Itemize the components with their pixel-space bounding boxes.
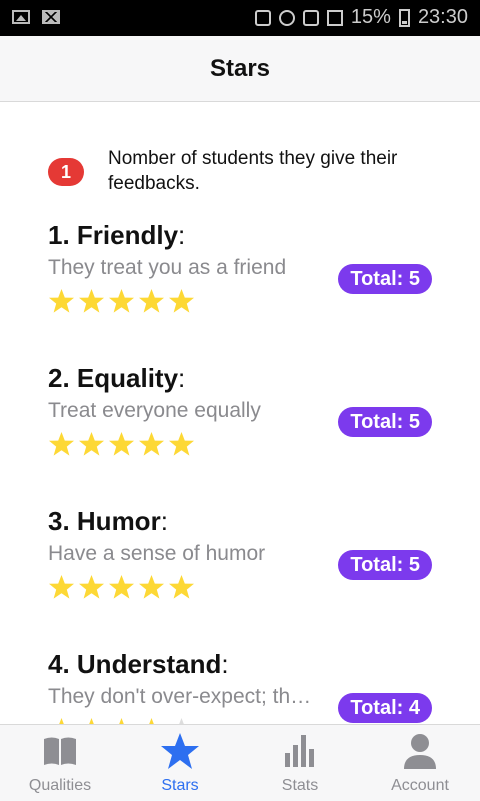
tab-bar: Qualities Stars Stats Account <box>0 724 480 801</box>
tab-label: Stats <box>281 777 319 794</box>
wifi-icon <box>302 9 319 26</box>
item-description: Treat everyone equally <box>48 399 261 422</box>
star-icon <box>139 575 164 599</box>
item-title: 4. Understand: <box>48 649 229 679</box>
star-icon <box>49 432 74 456</box>
tab-label: Qualities <box>28 777 92 794</box>
status-bar: 15% 23:30 <box>0 0 480 36</box>
star-icon <box>49 289 74 313</box>
tab-qualities[interactable]: Qualities <box>0 725 120 801</box>
star-rating <box>48 288 195 315</box>
star-rating <box>48 574 195 601</box>
bar-chart-icon <box>285 735 314 767</box>
star-icon <box>79 289 104 313</box>
total-badge: Total: 4 <box>338 693 432 723</box>
star-icon <box>109 432 134 456</box>
star-icon <box>109 575 134 599</box>
battery-icon <box>398 8 410 27</box>
star-icon <box>139 432 164 456</box>
item-title: 3. Humor: <box>48 506 168 536</box>
item-description: They don't over-expect; they understand <box>48 685 318 708</box>
total-badge: Total: 5 <box>338 264 432 294</box>
battery-percent: 15% <box>350 6 391 28</box>
tab-label: Account <box>391 777 449 794</box>
item-title: 2. Equality: <box>48 363 186 393</box>
image-notification-icon <box>12 10 30 24</box>
list-item[interactable]: 3. Humor: Have a sense of humor Total: 5 <box>48 506 448 626</box>
total-badge: Total: 5 <box>338 407 432 437</box>
star-icon <box>109 289 134 313</box>
star-icon <box>89 718 94 724</box>
star-icon <box>169 432 194 456</box>
list-item[interactable]: 4. Understand: They don't over-expect; t… <box>48 649 448 724</box>
tab-account[interactable]: Account <box>360 725 480 801</box>
item-title: 1. Friendly: <box>48 220 186 250</box>
item-description: Have a sense of humor <box>48 542 266 565</box>
star-icon <box>59 718 64 724</box>
list-item[interactable]: 1. Friendly: They treat you as a friend … <box>48 220 448 340</box>
notice-count-badge: 1 <box>48 158 84 186</box>
star-icon <box>119 718 124 724</box>
tab-stars[interactable]: Stars <box>120 725 240 801</box>
clock: 23:30 <box>417 6 468 28</box>
nav-header: Stars <box>0 36 480 102</box>
alarm-icon <box>278 9 295 26</box>
star-icon <box>79 432 104 456</box>
page-title: Stars <box>209 54 271 82</box>
star-rating <box>48 717 195 724</box>
star-icon <box>79 575 104 599</box>
star-icon <box>149 718 154 724</box>
total-badge: Total: 5 <box>338 550 432 580</box>
tab-label: Stars <box>161 777 199 794</box>
list-item[interactable]: 2. Equality: Treat everyone equally Tota… <box>48 363 448 483</box>
stars-list[interactable]: 1 Nomber of students they give their fee… <box>0 102 480 724</box>
item-description: They treat you as a friend <box>48 256 287 279</box>
mute-icon <box>254 9 271 26</box>
star-icon <box>169 575 194 599</box>
signal-icon <box>326 9 343 26</box>
star-icon <box>139 289 164 313</box>
star-icon <box>169 289 194 313</box>
book-icon <box>44 737 76 765</box>
tab-stats[interactable]: Stats <box>240 725 360 801</box>
notice-text: Nomber of students they give their feedb… <box>108 148 398 194</box>
star-icon <box>161 733 199 769</box>
person-icon <box>404 734 436 769</box>
star-icon <box>49 575 74 599</box>
mail-notification-icon <box>42 10 60 24</box>
star-icon <box>179 718 184 724</box>
star-rating <box>48 431 195 458</box>
